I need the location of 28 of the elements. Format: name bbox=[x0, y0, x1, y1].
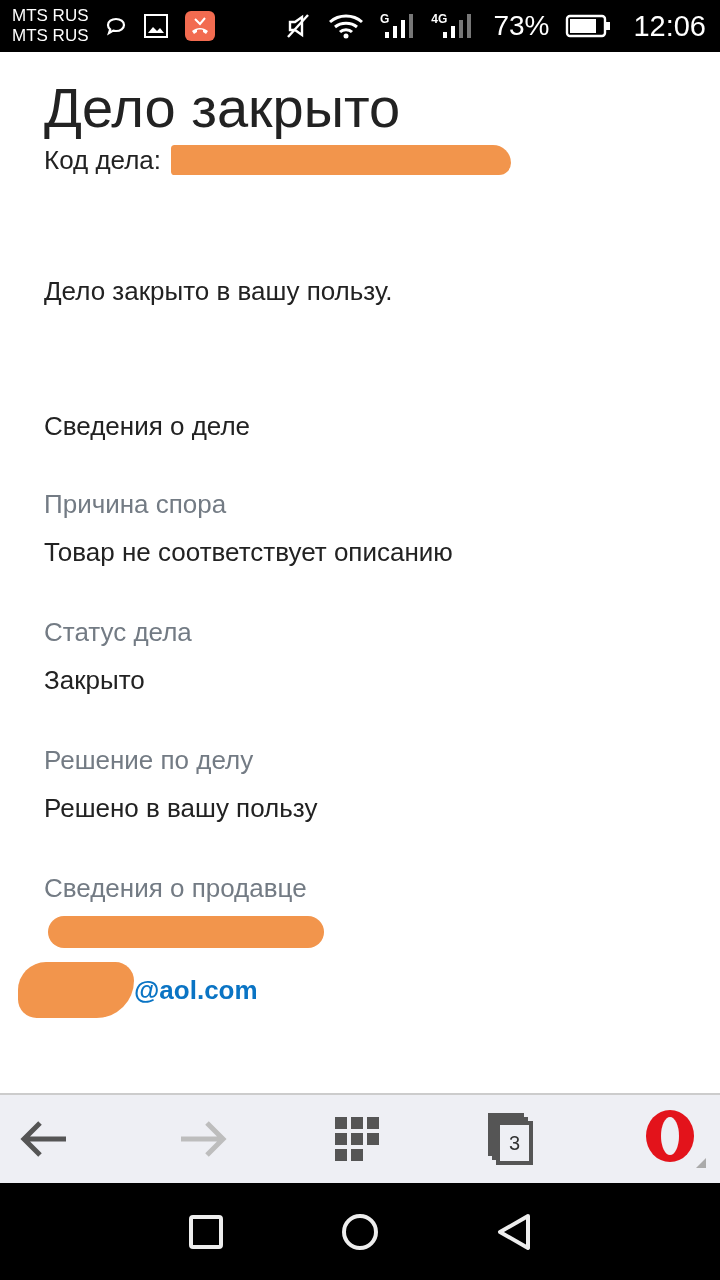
carrier-name: MTS RUS bbox=[12, 6, 89, 26]
home-button[interactable] bbox=[342, 1213, 378, 1250]
field-label: Статус дела bbox=[44, 616, 193, 649]
speed-dial-button[interactable] bbox=[334, 1116, 380, 1162]
field-value: Товар не соответствует описанию bbox=[44, 536, 454, 569]
case-code-label: Код дела: bbox=[44, 144, 162, 176]
chat-bubble-icon bbox=[104, 16, 127, 36]
battery-percent: 73% bbox=[493, 10, 550, 42]
clock: 12:06 bbox=[633, 9, 706, 43]
verdict-message: Дело закрыто в вашу пользу. bbox=[44, 276, 394, 307]
recent-apps-button[interactable] bbox=[189, 1214, 224, 1249]
section-heading: Сведения о деле bbox=[44, 411, 252, 442]
network-type: 4G bbox=[431, 12, 448, 26]
field-label: Решение по делу bbox=[44, 744, 255, 777]
battery-icon bbox=[565, 14, 612, 38]
image-icon bbox=[142, 13, 169, 39]
field-value: Закрыто bbox=[44, 664, 146, 697]
mute-icon bbox=[284, 12, 312, 40]
field-value: Решено в вашу пользу bbox=[44, 792, 319, 825]
field-label: Сведения о продавце bbox=[44, 872, 308, 905]
carrier-name: MTS RUS bbox=[12, 26, 89, 46]
wifi-icon bbox=[328, 12, 364, 40]
page-title: Дело закрыто bbox=[44, 76, 402, 140]
missed-call-icon bbox=[184, 11, 215, 41]
network-type: G bbox=[380, 12, 390, 26]
email-link[interactable]: @aol.com bbox=[134, 974, 258, 1006]
field-label: Причина спора bbox=[44, 488, 228, 521]
back-nav-button[interactable] bbox=[496, 1212, 531, 1251]
